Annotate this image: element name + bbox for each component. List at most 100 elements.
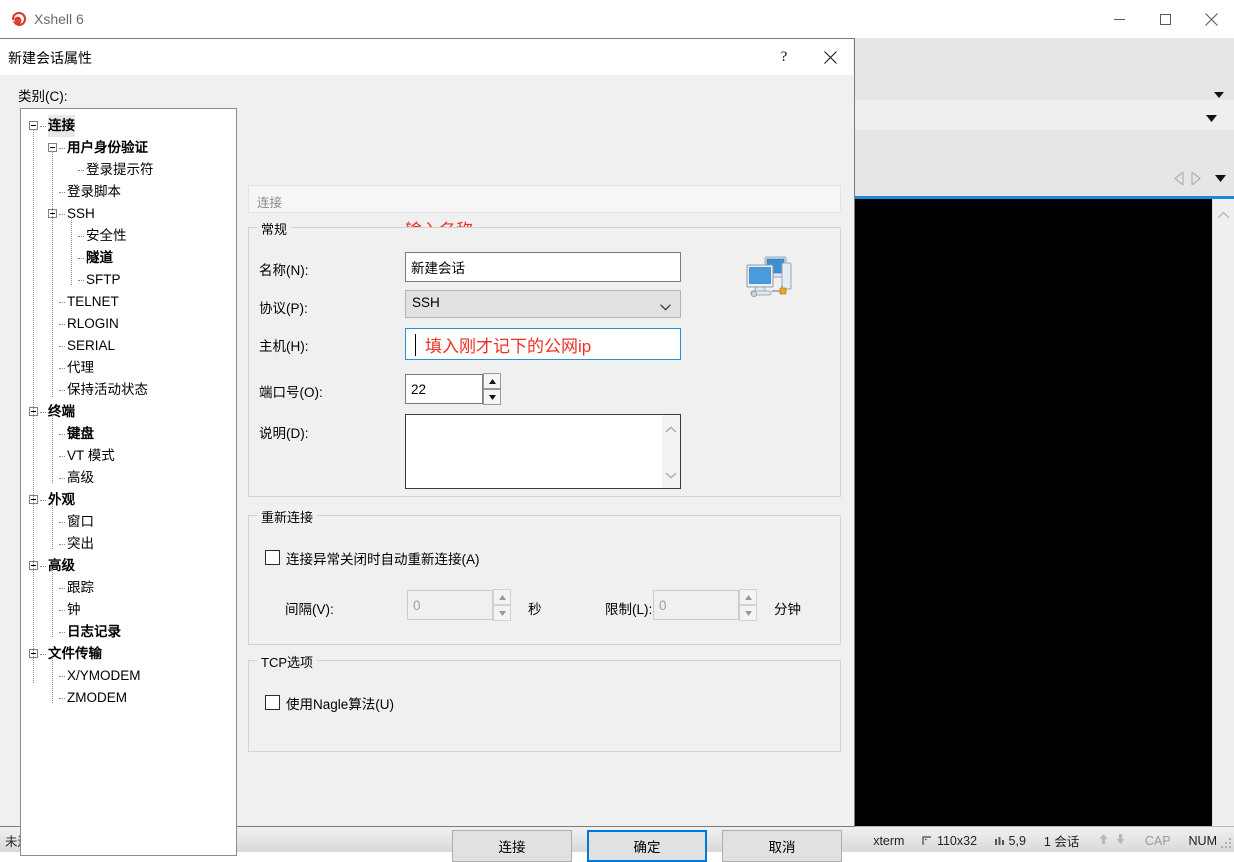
spinner-up-icon[interactable]	[739, 589, 757, 605]
spinner-up-icon[interactable]	[483, 373, 501, 389]
tree-connector	[59, 632, 65, 634]
name-label: 名称(N):	[259, 263, 309, 278]
tree-guide-file	[52, 657, 54, 703]
interval-spin-buttons[interactable]	[493, 589, 511, 621]
status-terminal-type: xterm	[873, 833, 905, 848]
spinner-down-icon[interactable]	[483, 389, 501, 405]
connect-button[interactable]: 连接	[452, 830, 572, 862]
tree-item-label: 日志记录	[67, 624, 121, 639]
tree-connector	[78, 258, 84, 260]
size-icon	[922, 835, 932, 845]
tree-item-label: 突出	[67, 536, 94, 551]
tree-item-label: 键盘	[67, 426, 94, 441]
limit-input[interactable]	[653, 590, 739, 620]
tree-connector	[59, 478, 65, 480]
tree-guide-conn	[52, 151, 54, 397]
port-label: 端口号(O):	[259, 385, 323, 400]
spinner-down-icon[interactable]	[493, 605, 511, 621]
interval-input[interactable]	[407, 590, 493, 620]
tree-item-label: 安全性	[86, 228, 127, 243]
tree-item-label: 隧道	[86, 250, 113, 265]
tab-navigation[interactable]	[1174, 172, 1226, 185]
tab-scroll-left-icon	[1174, 172, 1184, 185]
tree-connector	[59, 192, 65, 194]
spinner-down-icon[interactable]	[739, 605, 757, 621]
tree-connector	[59, 390, 65, 392]
tree-connector	[78, 170, 84, 172]
address-bar-chevron-icon[interactable]	[1206, 110, 1217, 125]
category-tree[interactable]: 连接 用户身份验证 登录提示符 登录脚本 SSH 安全性 隧道 SFTP TELNET RLOGI…	[20, 108, 237, 856]
limit-spinner[interactable]	[653, 589, 757, 621]
tree-item-label: X/YMODEM	[67, 668, 141, 683]
limit-unit: 分钟	[774, 602, 801, 617]
pane-header: 连接	[248, 185, 841, 213]
category-label: 类别(C):	[18, 89, 68, 104]
dialog-close-button[interactable]	[807, 39, 853, 75]
status-size: 110x32	[913, 834, 986, 848]
tree-connector	[40, 412, 46, 414]
tab-scroll-right-icon	[1191, 172, 1201, 185]
scroll-up-icon[interactable]	[665, 421, 677, 436]
tree-connector	[59, 434, 65, 436]
terminal-scrollbar[interactable]	[1212, 199, 1234, 827]
name-input[interactable]	[405, 252, 681, 282]
help-button[interactable]: ?	[761, 39, 807, 75]
tree-guide-ssh	[71, 217, 73, 285]
tree-item-0[interactable]: 连接	[21, 115, 236, 137]
tree-item-label: 高级	[67, 470, 94, 485]
tree-connector	[59, 456, 65, 458]
port-input[interactable]	[405, 374, 483, 404]
resize-grip-icon[interactable]	[1220, 838, 1232, 850]
pane-header-label: 连接	[257, 196, 283, 210]
cancel-button[interactable]: 取消	[722, 830, 842, 862]
auto-reconnect-label[interactable]: 连接异常关闭时自动重新连接(A)	[286, 548, 480, 568]
limit-label: 限制(L):	[605, 602, 653, 617]
dialog-title: 新建会话属性	[8, 50, 92, 66]
annotation-host: 填入刚才记下的公网ip	[425, 337, 592, 356]
tree-item-label: 登录提示符	[86, 162, 154, 177]
tree-guide-appear	[52, 503, 54, 549]
port-spinner[interactable]	[405, 373, 501, 405]
port-spin-buttons[interactable]	[483, 373, 501, 405]
scroll-up-icon[interactable]	[1217, 207, 1230, 222]
description-textarea[interactable]	[405, 414, 681, 489]
tree-item-label: SFTP	[86, 272, 121, 287]
limit-spin-buttons[interactable]	[739, 589, 757, 621]
tree-connector	[59, 588, 65, 590]
tree-item-label: 用户身份验证	[67, 140, 148, 155]
interval-spinner[interactable]	[407, 589, 511, 621]
tcp-group-title: TCP选项	[257, 652, 318, 671]
auto-reconnect-checkbox[interactable]	[265, 550, 280, 565]
tree-connector	[59, 214, 65, 216]
protocol-value: SSH	[412, 295, 440, 310]
status-cursor: 5,9	[986, 834, 1035, 848]
status-cursor-value: 5,9	[1008, 833, 1026, 848]
nagle-label[interactable]: 使用Nagle算法(U)	[286, 693, 394, 713]
tree-guide-adv	[52, 569, 54, 637]
spinner-up-icon[interactable]	[493, 589, 511, 605]
maximize-button[interactable]	[1142, 0, 1188, 38]
tree-connector	[40, 566, 46, 568]
tree-item-label: 跟踪	[67, 580, 94, 595]
tree-connector	[59, 522, 65, 524]
tree-item-label: 登录脚本	[67, 184, 121, 199]
description-scrollbar[interactable]	[662, 415, 680, 488]
close-window-button[interactable]	[1188, 0, 1234, 38]
tree-connector	[59, 698, 65, 700]
tree-connector	[40, 500, 46, 502]
tree-item-label: 窗口	[67, 514, 94, 529]
minimize-button[interactable]	[1096, 0, 1142, 38]
nagle-checkbox[interactable]	[265, 695, 280, 710]
ok-button[interactable]: 确定	[587, 830, 707, 862]
xshell-logo-icon	[10, 10, 28, 28]
tree-connector	[59, 346, 65, 348]
close-icon	[1204, 12, 1218, 26]
scroll-down-icon[interactable]	[665, 467, 677, 482]
host-input[interactable]: 填入刚才记下的公网ip	[405, 328, 681, 360]
tree-item-label: SERIAL	[67, 338, 116, 353]
tree-connector	[59, 148, 65, 150]
protocol-combobox[interactable]: SSH	[405, 290, 681, 318]
tree-item-label: 代理	[67, 360, 94, 375]
description-label: 说明(D):	[259, 426, 309, 441]
toolbar-overflow-chevron-icon[interactable]	[1214, 86, 1224, 101]
